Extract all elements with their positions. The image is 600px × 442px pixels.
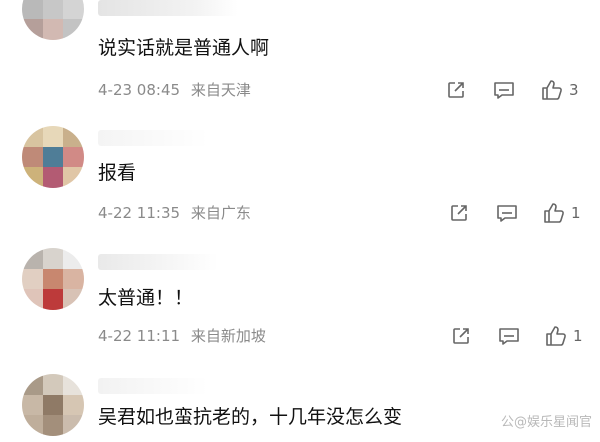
comment-text: 报看 bbox=[98, 162, 137, 184]
thumbs-up-icon bbox=[544, 203, 564, 223]
avatar-mosaic-cell bbox=[63, 268, 84, 290]
share-icon bbox=[453, 328, 469, 344]
avatar-mosaic-cell bbox=[63, 0, 84, 20]
comment-button[interactable] bbox=[495, 201, 519, 225]
comment-location: 来自天津 bbox=[190, 81, 251, 99]
avatar-mosaic-cell bbox=[42, 0, 64, 20]
comment-location: 来自新加坡 bbox=[190, 327, 266, 345]
comment-date: 4-23 08:45 bbox=[98, 81, 181, 99]
comment-icon bbox=[499, 328, 519, 345]
avatar-mosaic-cell bbox=[42, 248, 64, 269]
thumbs-up-icon bbox=[546, 326, 566, 346]
share-icon bbox=[451, 205, 467, 221]
avatar[interactable] bbox=[22, 126, 84, 188]
avatar-mosaic-cell bbox=[22, 289, 43, 310]
username-blurred[interactable] bbox=[98, 130, 208, 146]
comment-button[interactable] bbox=[497, 324, 521, 348]
comment-meta: 4-22 11:35 来自广东 bbox=[98, 203, 257, 223]
avatar-mosaic-cell bbox=[42, 167, 64, 188]
comment-button[interactable] bbox=[492, 78, 516, 102]
avatar-mosaic-cell bbox=[63, 394, 84, 416]
comment-text: 说实话就是普通人啊 bbox=[98, 37, 270, 59]
avatar-mosaic-cell bbox=[42, 126, 64, 147]
avatar-mosaic-cell bbox=[22, 415, 43, 436]
avatar-mosaic-cell bbox=[22, 268, 43, 290]
avatar-mosaic-cell bbox=[22, 126, 43, 147]
like-button[interactable] bbox=[542, 201, 566, 225]
share-button[interactable] bbox=[444, 78, 468, 102]
avatar[interactable] bbox=[22, 374, 84, 436]
like-count: 3 bbox=[569, 81, 579, 99]
avatar-mosaic-cell bbox=[63, 167, 84, 188]
avatar-mosaic-cell bbox=[42, 19, 64, 40]
comment-date: 4-22 11:35 bbox=[98, 204, 181, 222]
comment-location: 来自广东 bbox=[190, 204, 251, 222]
like-button[interactable] bbox=[540, 78, 564, 102]
avatar-mosaic-cell bbox=[42, 394, 64, 416]
like-count: 1 bbox=[571, 204, 581, 222]
avatar-mosaic-cell bbox=[42, 415, 64, 436]
watermark: 公@娱乐星闻官 bbox=[500, 415, 592, 430]
like-count: 1 bbox=[573, 327, 583, 345]
avatar-mosaic-cell bbox=[22, 19, 43, 40]
avatar-mosaic-cell bbox=[42, 268, 64, 290]
comment-icon bbox=[497, 205, 517, 222]
like-button[interactable] bbox=[544, 324, 568, 348]
avatar-mosaic-cell bbox=[22, 394, 43, 416]
avatar-mosaic-cell bbox=[63, 415, 84, 436]
share-button[interactable] bbox=[449, 324, 473, 348]
comment-meta: 4-23 08:45 来自天津 bbox=[98, 80, 257, 100]
comment-date: 4-22 11:11 bbox=[98, 327, 181, 345]
comment-text: 太普通！！ bbox=[98, 287, 194, 309]
avatar-mosaic-cell bbox=[63, 126, 84, 147]
avatar-mosaic-cell bbox=[63, 374, 84, 395]
username-blurred[interactable] bbox=[98, 378, 208, 394]
thumbs-up-icon bbox=[542, 80, 562, 100]
avatar-mosaic-cell bbox=[63, 248, 84, 269]
share-button[interactable] bbox=[447, 201, 471, 225]
comment-text: 吴君如也蛮抗老的，十几年没怎么变 bbox=[98, 406, 403, 428]
username-blurred[interactable] bbox=[98, 254, 218, 270]
avatar-mosaic-cell bbox=[63, 289, 84, 310]
comment-meta: 4-22 11:11 来自新加坡 bbox=[98, 326, 272, 346]
avatar-mosaic-cell bbox=[42, 374, 64, 395]
share-icon bbox=[448, 82, 464, 98]
username-blurred[interactable] bbox=[98, 0, 238, 16]
avatar[interactable] bbox=[22, 0, 84, 40]
avatar-mosaic-cell bbox=[22, 374, 43, 395]
avatar-mosaic-cell bbox=[22, 167, 43, 188]
avatar-mosaic-cell bbox=[42, 289, 64, 310]
avatar-mosaic-cell bbox=[22, 248, 43, 269]
avatar-mosaic-cell bbox=[22, 146, 43, 168]
avatar-mosaic-cell bbox=[42, 146, 64, 168]
comment-icon bbox=[494, 82, 514, 99]
avatar-mosaic-cell bbox=[22, 0, 43, 20]
avatar-mosaic-cell bbox=[63, 146, 84, 168]
avatar[interactable] bbox=[22, 248, 84, 310]
avatar-mosaic-cell bbox=[63, 19, 84, 40]
